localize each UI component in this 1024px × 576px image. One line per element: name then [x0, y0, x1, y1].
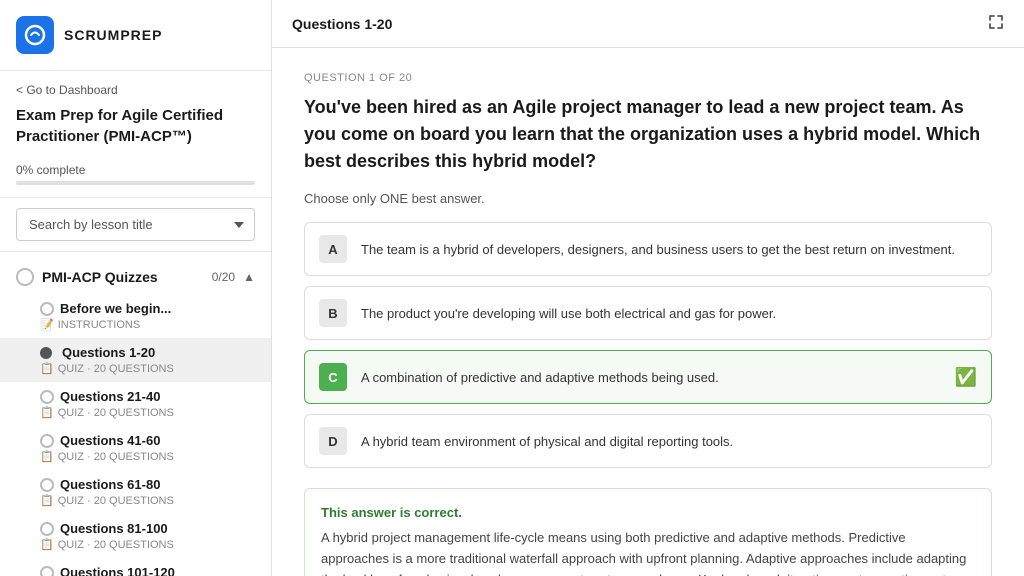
list-item[interactable]: Questions 41-60 📋 QUIZ · 20 QUESTIONS	[0, 426, 271, 470]
lesson-subtitle: 📝 INSTRUCTIONS	[40, 318, 255, 331]
question-text: You've been hired as an Agile project ma…	[304, 94, 992, 175]
answer-option-b[interactable]: B The product you're developing will use…	[304, 286, 992, 340]
lesson-subtitle: 📋 QUIZ · 20 QUESTIONS	[40, 362, 255, 375]
lesson-subtitle: 📋 QUIZ · 20 QUESTIONS	[40, 538, 255, 551]
lesson-subtitle: 📋 QUIZ · 20 QUESTIONS	[40, 494, 255, 507]
lesson-title: Questions 1-20	[62, 345, 155, 360]
module-title: PMI-ACP Quizzes	[42, 269, 158, 285]
logo-text: SCRUMPREP	[64, 27, 162, 43]
explanation-title: This answer is correct.	[321, 505, 975, 520]
answer-options: A The team is a hybrid of developers, de…	[304, 222, 992, 468]
lessons-container: Before we begin... 📝 INSTRUCTIONS Questi…	[0, 294, 271, 576]
lesson-type-icon: 📋	[40, 538, 54, 551]
answer-text-b: The product you're developing will use b…	[361, 306, 977, 321]
content-header: Questions 1-20	[272, 0, 1024, 48]
content-header-title: Questions 1-20	[292, 16, 392, 32]
correct-check-icon: ✅	[955, 367, 977, 388]
module-header[interactable]: PMI-ACP Quizzes 0/20 ▲	[0, 260, 271, 294]
module-circle-icon	[16, 268, 34, 286]
list-item[interactable]: Questions 81-100 📋 QUIZ · 20 QUESTIONS	[0, 514, 271, 558]
lesson-circle	[40, 478, 54, 492]
answer-option-a[interactable]: A The team is a hybrid of developers, de…	[304, 222, 992, 276]
progress-bar	[16, 181, 255, 185]
lesson-title: Questions 61-80	[60, 477, 160, 492]
answer-option-c[interactable]: C A combination of predictive and adapti…	[304, 350, 992, 404]
lesson-title: Questions 101-120	[60, 565, 175, 576]
logo-icon	[16, 16, 54, 54]
lesson-circle	[40, 302, 54, 316]
list-item[interactable]: Questions 101-120 📋 QUIZ · 20 QUESTIONS	[0, 558, 271, 576]
answer-letter-d: D	[319, 427, 347, 455]
lesson-title: Questions 21-40	[60, 389, 160, 404]
choose-label: Choose only ONE best answer.	[304, 191, 992, 206]
chevron-up-icon: ▲	[243, 270, 255, 284]
lessons-list: PMI-ACP Quizzes 0/20 ▲ Before we begin..…	[0, 252, 271, 576]
main-content: Questions 1-20 QUESTION 1 OF 20 You've b…	[272, 0, 1024, 576]
answer-text-d: A hybrid team environment of physical an…	[361, 434, 977, 449]
progress-text: 0% complete	[16, 163, 255, 177]
list-item[interactable]: Questions 21-40 📋 QUIZ · 20 QUESTIONS	[0, 382, 271, 426]
lesson-circle	[40, 390, 54, 404]
list-item[interactable]: Questions 61-80 📋 QUIZ · 20 QUESTIONS	[0, 470, 271, 514]
back-link[interactable]: < Go to Dashboard	[16, 83, 255, 97]
explanation-text: A hybrid project management life-cycle m…	[321, 528, 975, 576]
answer-letter-b: B	[319, 299, 347, 327]
list-item[interactable]: Before we begin... 📝 INSTRUCTIONS	[0, 294, 271, 338]
answer-text-c: A combination of predictive and adaptive…	[361, 370, 941, 385]
course-title: Exam Prep for Agile Certified Practition…	[16, 105, 255, 147]
answer-letter-c: C	[319, 363, 347, 391]
search-container: Search by lesson title	[0, 198, 271, 252]
list-item[interactable]: Questions 1-20 📋 QUIZ · 20 QUESTIONS	[0, 338, 271, 382]
sidebar: SCRUMPREP < Go to Dashboard Exam Prep fo…	[0, 0, 272, 576]
active-dot-icon	[40, 347, 52, 359]
search-input[interactable]: Search by lesson title	[16, 208, 255, 241]
answer-option-d[interactable]: D A hybrid team environment of physical …	[304, 414, 992, 468]
module-title-row: PMI-ACP Quizzes	[16, 268, 158, 286]
lesson-title: Before we begin...	[60, 301, 171, 316]
lesson-subtitle: 📋 QUIZ · 20 QUESTIONS	[40, 406, 255, 419]
lesson-type-icon: 📋	[40, 450, 54, 463]
progress-section: 0% complete	[0, 155, 271, 198]
lesson-subtitle: 📋 QUIZ · 20 QUESTIONS	[40, 450, 255, 463]
lesson-circle	[40, 522, 54, 536]
answer-text-a: The team is a hybrid of developers, desi…	[361, 242, 977, 257]
lesson-circle	[40, 434, 54, 448]
module-count: 0/20	[212, 270, 235, 284]
question-label: QUESTION 1 OF 20	[304, 72, 992, 84]
lesson-type-icon: 📝	[40, 318, 54, 331]
lesson-type-icon: 📋	[40, 362, 54, 375]
sidebar-nav: < Go to Dashboard Exam Prep for Agile Ce…	[0, 71, 271, 155]
sidebar-header: SCRUMPREP	[0, 0, 271, 71]
lesson-circle	[40, 566, 54, 576]
lesson-type-icon: 📋	[40, 494, 54, 507]
explanation-box: This answer is correct. A hybrid project…	[304, 488, 992, 576]
expand-icon[interactable]	[988, 14, 1004, 33]
lesson-type-icon: 📋	[40, 406, 54, 419]
lesson-title: Questions 81-100	[60, 521, 168, 536]
content-body: QUESTION 1 OF 20 You've been hired as an…	[272, 48, 1024, 576]
answer-letter-a: A	[319, 235, 347, 263]
lesson-title: Questions 41-60	[60, 433, 160, 448]
